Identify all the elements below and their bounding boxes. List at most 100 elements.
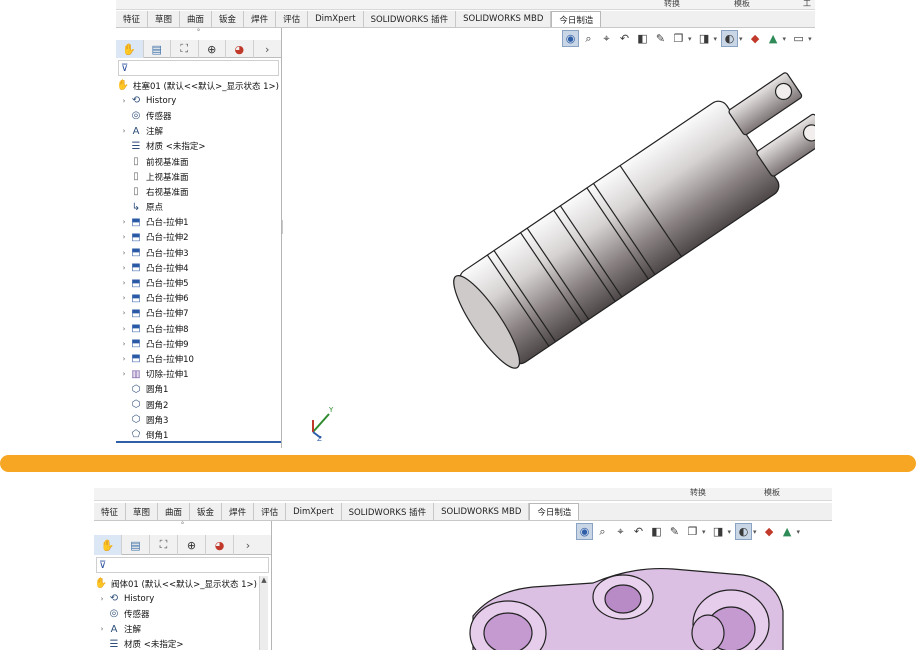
expand-arrow-icon[interactable]: › — [119, 325, 129, 333]
tab-weldments[interactable]: 焊件 — [222, 503, 255, 520]
graphics-viewport[interactable]: ◉ ⌕ ⌖ ↶ ◧ ✎ ❐ ▾ ◨ ▾ ◐ ▾ ◆ ▲ ▾ — [273, 521, 832, 650]
solidworks-window-valve-body: 转换 模板 特征 草图 曲面 钣金 焊件 评估 DimXpert SOLIDWO… — [94, 488, 832, 650]
expand-arrow-icon[interactable]: › — [119, 340, 129, 348]
tree-item[interactable]: › ⬒ 凸台-拉伸5 — [116, 275, 281, 290]
tree-item[interactable]: ⬡ 圆角1 — [116, 382, 281, 397]
dimxpert-icon[interactable]: ⊕ — [199, 40, 226, 58]
tree-item[interactable]: › ⟲ History — [94, 591, 259, 606]
extrude-icon: ⬒ — [131, 247, 141, 259]
feature-manager-icon[interactable]: ✋ — [116, 40, 144, 58]
display-manager-icon[interactable]: ◕ — [226, 40, 254, 58]
tree-item[interactable]: ▯ 上视基准面 — [116, 169, 281, 184]
part-icon: ✋ — [116, 80, 130, 92]
tree-item[interactable]: ▯ 右视基准面 — [116, 184, 281, 199]
tab-surfaces[interactable]: 曲面 — [158, 503, 191, 520]
configuration-manager-icon[interactable]: ⛶ — [171, 40, 199, 58]
tree-item[interactable]: ▯ 前视基准面 — [116, 154, 281, 169]
tree-item[interactable]: ☰ 材质 <未指定> — [116, 139, 281, 154]
tab-sheet-metal[interactable]: 钣金 — [212, 11, 245, 27]
tree-item[interactable]: › ⬒ 凸台-拉伸9 — [116, 336, 281, 351]
dimxpert-icon[interactable]: ⊕ — [178, 535, 206, 555]
plunger-body — [453, 72, 815, 369]
tree-item-label: History — [124, 593, 155, 604]
tab-sketch[interactable]: 草图 — [126, 503, 159, 520]
tree-scrollbar[interactable]: ▲ — [259, 576, 268, 650]
chevron-right-icon[interactable]: › — [234, 535, 262, 555]
tree-item[interactable]: ◎ 传感器 — [94, 606, 259, 621]
tree-item[interactable]: › ⬒ 凸台-拉伸10 — [116, 351, 281, 366]
tree-item[interactable]: › ⬒ 凸台-拉伸1 — [116, 215, 281, 230]
expand-arrow-icon[interactable]: › — [119, 294, 129, 302]
expand-arrow-icon[interactable]: › — [119, 127, 129, 135]
extrude-icon: ⬒ — [131, 323, 141, 335]
chevron-right-icon[interactable]: › — [254, 40, 281, 58]
tree-item[interactable]: ✋ 柱塞01 (默认<<默认>_显示状态 1>) — [116, 78, 281, 93]
property-manager-icon[interactable]: ▤ — [144, 40, 171, 58]
tab-sketch[interactable]: 草图 — [148, 11, 181, 27]
ribbon-label-more[interactable]: 工 — [803, 0, 811, 9]
ribbon-label-template[interactable]: 模板 — [764, 488, 780, 498]
plunger-3d-model[interactable] — [283, 28, 815, 448]
tree-item[interactable]: › ⟲ History — [116, 93, 281, 108]
ribbon-label-convert[interactable]: 转换 — [664, 0, 680, 9]
tree-item[interactable]: › ⬒ 凸台-拉伸8 — [116, 321, 281, 336]
tree-item[interactable]: › A 注解 — [94, 622, 259, 637]
tab-solidworks-mbd[interactable]: SOLIDWORKS MBD — [456, 11, 552, 27]
tab-dimxpert[interactable]: DimXpert — [286, 503, 342, 520]
tab-today-manufacturing[interactable]: 今日制造 — [529, 503, 580, 520]
graphics-viewport[interactable]: ◉ ⌕ ⌖ ↶ ◧ ✎ ❐ ▾ ◨ ▾ ◐ ▾ ◆ ▲ ▾ ▭ ▾ Y Z — [283, 28, 815, 448]
tab-features[interactable]: 特征 — [94, 503, 127, 520]
tree-item[interactable]: › ▥ 切除-拉伸1 — [116, 367, 281, 382]
tree-item[interactable]: › ⬒ 凸台-拉伸7 — [116, 306, 281, 321]
expand-arrow-icon[interactable]: › — [119, 355, 129, 363]
tree-item[interactable]: ☰ 材质 <未指定> — [94, 637, 259, 650]
tree-item[interactable]: › ⬒ 凸台-拉伸4 — [116, 260, 281, 275]
annotation-icon: A — [110, 623, 118, 635]
expand-arrow-icon[interactable]: › — [119, 233, 129, 241]
tree-item[interactable]: ↳ 原点 — [116, 200, 281, 215]
expand-arrow-icon[interactable]: › — [119, 370, 129, 378]
annotation-icon: A — [132, 125, 140, 137]
tree-item[interactable]: ⬡ 圆角2 — [116, 397, 281, 412]
expand-arrow-icon[interactable]: › — [119, 218, 129, 226]
tab-sheet-metal[interactable]: 钣金 — [190, 503, 223, 520]
solidworks-window-plunger: 转换 模板 工 特征 草图 曲面 钣金 焊件 评估 DimXpert SOLID… — [116, 0, 815, 448]
tree-item[interactable]: › ⬒ 凸台-拉伸3 — [116, 245, 281, 260]
panel-splitter-handle[interactable]: ° — [94, 521, 271, 531]
valve-body-3d-model[interactable] — [273, 521, 832, 650]
tab-surfaces[interactable]: 曲面 — [180, 11, 213, 27]
filter-icon[interactable]: ⊽ — [118, 60, 279, 76]
expand-arrow-icon[interactable]: › — [119, 264, 129, 272]
tab-dimxpert[interactable]: DimXpert — [308, 11, 364, 27]
expand-arrow-icon[interactable]: › — [97, 595, 107, 603]
tree-item[interactable]: › ⬒ 凸台-拉伸2 — [116, 230, 281, 245]
feature-manager-icon[interactable]: ✋ — [94, 535, 122, 555]
ribbon-label-template[interactable]: 模板 — [734, 0, 750, 9]
tab-evaluate[interactable]: 评估 — [254, 503, 287, 520]
tree-item[interactable]: › ⬒ 凸台-拉伸6 — [116, 291, 281, 306]
filter-icon[interactable]: ⊽ — [96, 557, 269, 573]
tab-evaluate[interactable]: 评估 — [276, 11, 309, 27]
expand-arrow-icon[interactable]: › — [119, 279, 129, 287]
expand-arrow-icon[interactable]: › — [119, 97, 129, 105]
tab-solidworks-mbd[interactable]: SOLIDWORKS MBD — [434, 503, 530, 520]
expand-arrow-icon[interactable]: › — [97, 625, 107, 633]
tab-features[interactable]: 特征 — [116, 11, 149, 27]
scroll-up-arrow-icon[interactable]: ▲ — [260, 576, 268, 584]
tree-item[interactable]: ◎ 传感器 — [116, 108, 281, 123]
ribbon-label-convert[interactable]: 转换 — [690, 488, 706, 498]
property-manager-icon[interactable]: ▤ — [122, 535, 150, 555]
tab-solidworks-addins[interactable]: SOLIDWORKS 插件 — [364, 11, 457, 27]
tree-item-label: 右视基准面 — [146, 187, 189, 198]
tree-item[interactable]: ⬡ 圆角3 — [116, 412, 281, 427]
tab-weldments[interactable]: 焊件 — [244, 11, 277, 27]
panel-splitter-handle[interactable]: ° — [116, 28, 281, 38]
tab-solidworks-addins[interactable]: SOLIDWORKS 插件 — [342, 503, 435, 520]
configuration-manager-icon[interactable]: ⛶ — [150, 535, 178, 555]
tree-item[interactable]: › A 注解 — [116, 124, 281, 139]
expand-arrow-icon[interactable]: › — [119, 309, 129, 317]
tree-item[interactable]: ✋ 阀体01 (默认<<默认>_显示状态 1>) — [94, 576, 259, 591]
tab-today-manufacturing[interactable]: 今日制造 — [551, 11, 602, 27]
expand-arrow-icon[interactable]: › — [119, 249, 129, 257]
display-manager-icon[interactable]: ◕ — [206, 535, 234, 555]
